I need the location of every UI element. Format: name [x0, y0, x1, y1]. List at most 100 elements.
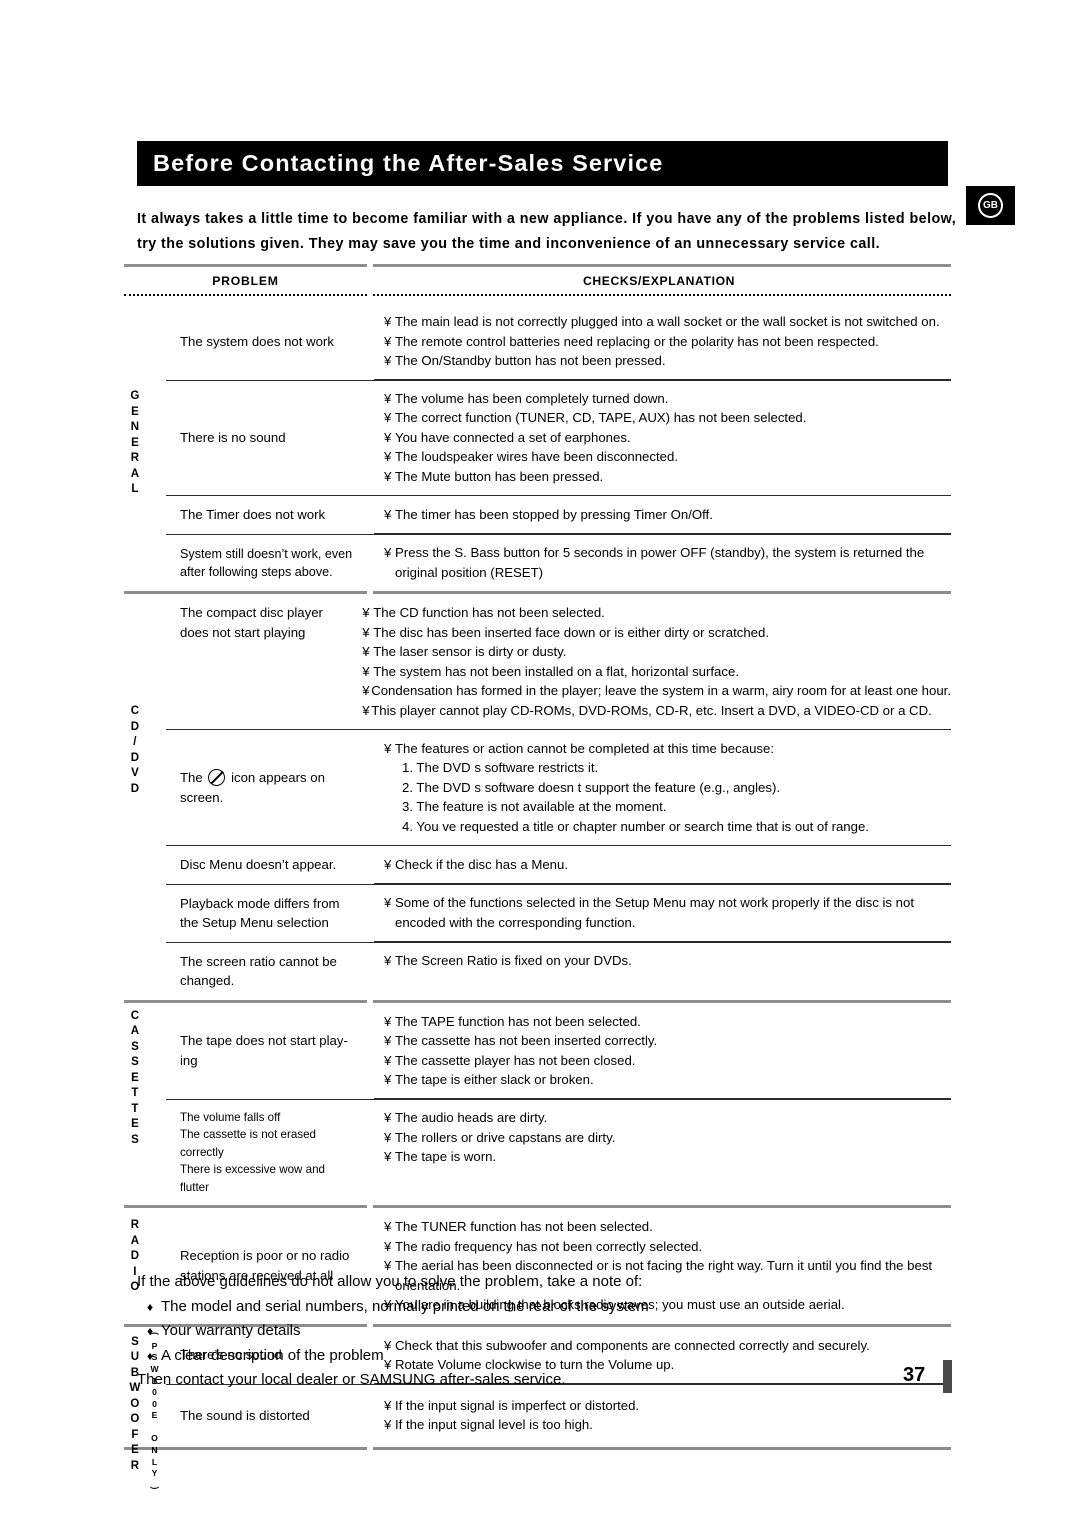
cell-checks: ¥ Check if the disc has a Menu.	[374, 844, 951, 884]
cell-checks: ¥ If the input signal is imperfect or dis…	[374, 1383, 951, 1447]
bullet-glyph: ¥	[384, 1033, 392, 1049]
bullet-glyph: ¥	[384, 1013, 392, 1029]
check-text: The loudspeaker wires have been disconne…	[395, 449, 678, 465]
check-item: ¥ Some of the functions selected in the S…	[384, 893, 951, 913]
check-item: ¥ The loudspeaker wires have been disconn…	[384, 447, 951, 467]
check-text: The remote control batteries need replac…	[395, 333, 879, 349]
check-text: The CD function has not been selected.	[373, 605, 605, 621]
cell-problem-line: The icon appears on screen.	[180, 768, 355, 807]
bullet-glyph: ¥	[384, 545, 392, 561]
region-badge-label: GB	[978, 193, 1003, 218]
section-cd-dvd: C D / D V D The compact disc player does not …	[124, 594, 951, 999]
footer-bullet-text: Your warranty details	[161, 1322, 301, 1339]
check-item-continuation: original position (RESET)	[395, 564, 544, 580]
bullet-glyph: ¥	[384, 895, 392, 911]
bullet-glyph: ¥	[384, 856, 392, 872]
check-text: The correct function (TUNER, CD, TAPE, A…	[395, 410, 807, 426]
cell-problem: The icon appears on screen.	[166, 730, 367, 845]
brace-bottom: ⏝	[150, 1477, 159, 1488]
page-number: 37	[903, 1364, 926, 1386]
column-header-problem: PROBLEM	[212, 273, 279, 288]
check-text: The cassette has not been inserted corre…	[395, 1033, 658, 1049]
intro-line-1: It always takes a little time to become …	[137, 211, 957, 227]
column-header-checks: CHECKS/EXPLANATION	[582, 273, 736, 288]
bullet-glyph: ¥	[362, 702, 370, 718]
column-gap	[367, 730, 374, 845]
check-item: ¥ You have connected a set of earphones.	[384, 428, 951, 448]
bullet-glyph: ¥	[384, 740, 392, 756]
bullet-glyph: ¥	[384, 429, 392, 445]
check-item: ¥ The tape is worn.	[384, 1147, 951, 1167]
rule-segment-right	[373, 264, 951, 267]
check-subitem: 3. The feature is not available at the m…	[402, 799, 667, 815]
check-item: ¥ The Screen Ratio is fixed on your DVDs.	[384, 951, 951, 971]
check-text: The audio heads are dirty.	[395, 1110, 548, 1126]
rule-segment-left	[124, 264, 367, 267]
dotted-segment-left	[124, 294, 367, 296]
check-text: Check if the disc has a Menu.	[395, 856, 568, 872]
table-row: Playback mode differs from the Setup Men…	[166, 883, 951, 942]
check-text: Some of the functions selected in the Se…	[395, 895, 914, 911]
check-text: The laser sensor is dirty or dusty.	[373, 644, 567, 660]
cell-problem: There is no sound	[180, 430, 286, 446]
check-text: The main lead is not correctly plugged i…	[395, 314, 940, 329]
check-item: ¥ The main lead is not correctly plugged …	[384, 312, 951, 332]
table-row: The Timer does not work ¥ The timer has b…	[166, 494, 951, 534]
table-row: The sound is distorted ¥ If the input sig…	[166, 1383, 951, 1447]
bullet-glyph: ¥	[384, 1417, 392, 1433]
diamond-bullet-icon: ♦	[147, 1299, 154, 1314]
intro-paragraph: It always takes a little time to become …	[137, 207, 957, 257]
bullet-glyph: ¥	[384, 449, 392, 465]
cell-problem-line: The volume falls off	[180, 1110, 281, 1124]
bullet-glyph: ¥	[384, 1397, 392, 1413]
bullet-glyph: ¥	[384, 1149, 392, 1165]
column-gap	[367, 1385, 374, 1447]
check-item: ¥ The features or action cannot be comple…	[384, 739, 951, 759]
cell-problem: The sound is distorted	[180, 1407, 310, 1423]
bullet-glyph: ¥	[384, 1219, 392, 1235]
check-text: The disc has been inserted face down or …	[373, 624, 770, 640]
column-gap	[367, 846, 374, 884]
table-row: The compact disc player does not start p…	[166, 594, 951, 729]
check-item: ¥ The system has not been installed on a …	[362, 662, 951, 682]
footer-bullet-item: ♦ Your warranty details	[137, 1319, 957, 1344]
check-text: The system has not been installed on a f…	[373, 663, 739, 679]
check-item: ¥ Check if the disc has a Menu.	[384, 855, 951, 875]
column-gap	[367, 1003, 374, 1099]
check-text: Condensation has formed in the player; l…	[371, 683, 951, 699]
bullet-glyph: ¥	[362, 683, 370, 699]
cell-problem: The system does not work	[180, 333, 334, 349]
check-text: The timer has been stopped by pressing T…	[395, 506, 713, 522]
cell-problem: System still doesn’t work, even after fo…	[180, 547, 353, 580]
cell-problem-line: There is excessive wow and flutter	[180, 1163, 325, 1194]
bullet-glyph: ¥	[384, 353, 392, 368]
table-row: The screen ratio cannot be changed. ¥ The…	[166, 941, 951, 1000]
cell-checks: ¥ The TAPE function has not been selected…	[374, 1003, 951, 1099]
cell-checks: ¥ The CD function has not been selected. …	[352, 594, 951, 729]
bullet-glyph: ¥	[384, 390, 392, 406]
cell-checks: ¥ The Screen Ratio is fixed on your DVDs.	[374, 941, 951, 1000]
prohibition-icon	[208, 769, 226, 787]
cell-checks: ¥ Some of the functions selected in the S…	[374, 883, 951, 942]
check-item: ¥ The volume has been completely turned d…	[384, 389, 951, 409]
check-item: ¥ The TAPE function has not been selected…	[384, 1012, 951, 1032]
bullet-glyph: ¥	[384, 333, 392, 349]
footer-closing: Then contact your local dealer or SAMSUN…	[137, 1371, 566, 1388]
section-cassettes: CASSETTES The tape does not start play-i…	[124, 1003, 951, 1206]
column-gap	[367, 885, 374, 942]
section-rows-cassettes: The tape does not start play-ing ¥ The TA…	[166, 1003, 951, 1206]
check-text: The Screen Ratio is fixed on your DVDs.	[395, 953, 632, 969]
section-label-general: GENERAL	[130, 390, 140, 495]
column-gap	[367, 535, 374, 591]
intro-line-2: try the solutions given. They may save y…	[137, 236, 881, 252]
check-text: The tape is either slack or broken.	[395, 1072, 594, 1088]
check-text: The cassette player has not been closed.	[395, 1052, 636, 1068]
bullet-glyph: ¥	[384, 1110, 392, 1126]
table-column-headers: PROBLEM CHECKS/EXPLANATION	[124, 267, 951, 294]
bullet-glyph: ¥	[384, 410, 392, 426]
check-text: If the input signal is imperfect or dist…	[395, 1397, 640, 1413]
column-gap	[367, 381, 374, 496]
table-row: There is no sound ¥ The volume has been c…	[166, 378, 951, 496]
cell-checks: ¥ The timer has been stopped by pressing …	[374, 494, 951, 534]
bullet-glyph: ¥	[384, 506, 392, 522]
